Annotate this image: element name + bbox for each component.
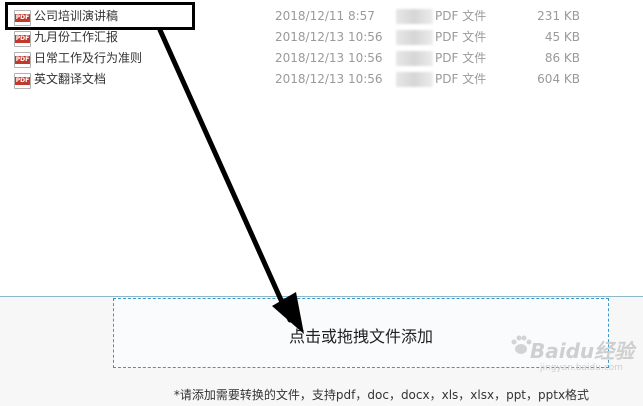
file-name: 英文翻译文档: [34, 72, 107, 86]
file-row[interactable]: PDF 英文翻译文档 2018/12/13 10:56 PDF 文件 604 K…: [0, 69, 643, 90]
blurred-cell: [396, 30, 433, 45]
file-type: PDF 文件: [435, 72, 487, 86]
pdf-icon: PDF: [14, 31, 31, 47]
file-list: PDF 公司培训演讲稿 2018/12/11 8:57 PDF 文件 231 K…: [0, 0, 643, 296]
file-date: 2018/12/11 8:57: [275, 9, 375, 23]
file-date: 2018/12/13 10:56: [275, 30, 383, 44]
file-size: 604 KB: [537, 72, 580, 86]
file-name: 日常工作及行为准则: [34, 51, 143, 65]
watermark-url: jingyan.baidu.com: [540, 363, 624, 373]
watermark: Baidu经验 jingyan.baidu.com: [510, 330, 640, 380]
pdf-icon-label: PDF: [15, 77, 30, 85]
file-type: PDF 文件: [435, 30, 487, 44]
pdf-icon: PDF: [14, 52, 31, 68]
paw-icon: [511, 335, 532, 354]
file-type: PDF 文件: [435, 9, 487, 23]
file-size: 86 KB: [544, 51, 580, 65]
blurred-cell: [396, 9, 433, 24]
pdf-icon-label: PDF: [15, 56, 30, 64]
file-name: 九月份工作汇报: [34, 30, 119, 44]
file-row[interactable]: PDF 日常工作及行为准则 2018/12/13 10:56 PDF 文件 86…: [0, 48, 643, 69]
file-size: 45 KB: [544, 30, 580, 44]
file-date: 2018/12/13 10:56: [275, 72, 383, 86]
file-row[interactable]: PDF 九月份工作汇报 2018/12/13 10:56 PDF 文件 45 K…: [0, 27, 643, 48]
file-date: 2018/12/13 10:56: [275, 51, 383, 65]
selection-highlight-box: [5, 2, 195, 30]
pdf-icon: PDF: [14, 73, 31, 89]
blurred-cell: [396, 72, 433, 87]
supported-formats-hint: *请添加需要转换的文件，支持pdf，doc，docx，xls，xlsx，ppt，…: [173, 388, 590, 402]
file-size: 231 KB: [537, 9, 580, 23]
pdf-icon-label: PDF: [15, 35, 30, 43]
blurred-cell: [396, 51, 433, 66]
file-type: PDF 文件: [435, 51, 487, 65]
watermark-text: Baidu经验: [530, 339, 635, 363]
